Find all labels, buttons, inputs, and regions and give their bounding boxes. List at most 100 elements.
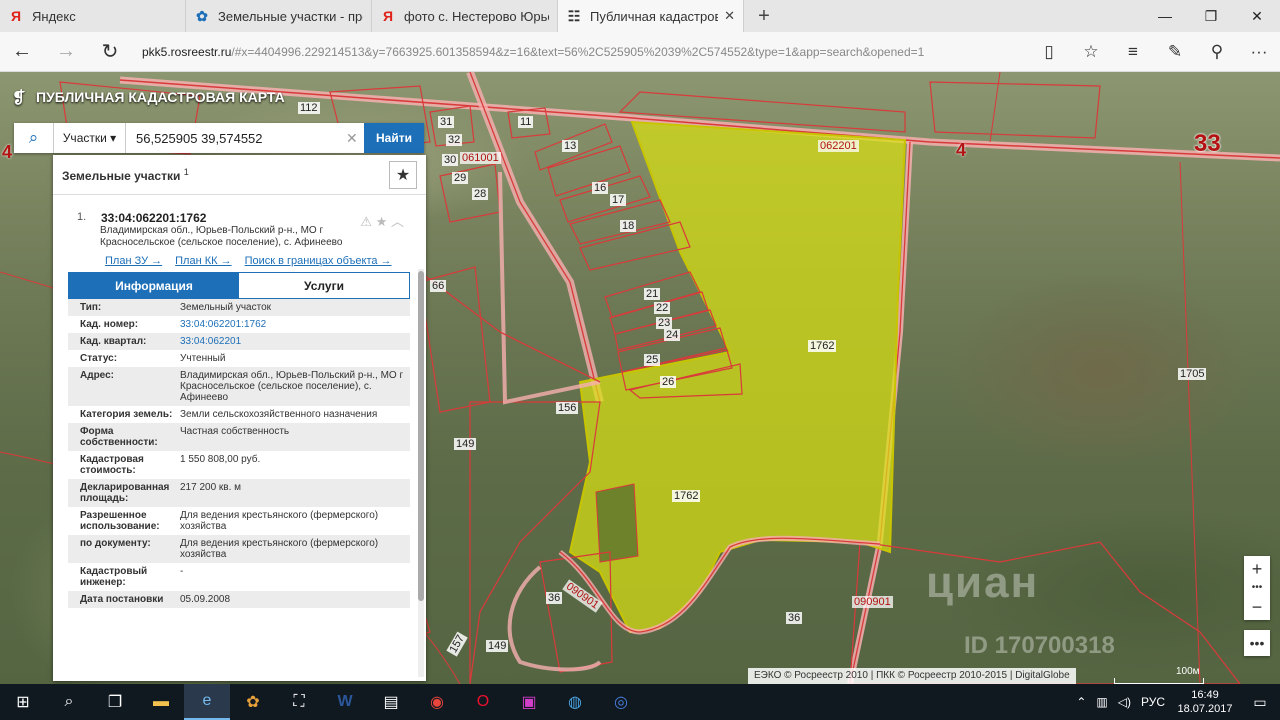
- map-attribution: ЕЭКО © Росреестр 2010 | ПКК © Росреестр …: [748, 668, 1076, 684]
- clock-time: 16:49: [1191, 689, 1219, 701]
- file-explorer-icon[interactable]: ▬: [138, 684, 184, 720]
- panel-title: Земельные участки 1: [62, 166, 189, 183]
- search-type-label: Участки: [62, 131, 107, 145]
- yandex-icon: Я: [10, 8, 22, 24]
- scale-label: 100м: [1176, 666, 1200, 677]
- scrollbar-thumb[interactable]: [418, 271, 424, 601]
- clear-icon[interactable]: ✕: [346, 123, 364, 153]
- refresh-icon[interactable]: ↻: [88, 32, 132, 72]
- web-note-icon[interactable]: ✎: [1154, 32, 1196, 72]
- search-in-bounds-link[interactable]: Поиск в границах объекта →: [245, 255, 392, 267]
- language-indicator[interactable]: РУС: [1136, 695, 1170, 709]
- close-window-icon[interactable]: ✕: [1234, 0, 1280, 32]
- attribute-key: Декларированная площадь:: [80, 482, 170, 504]
- star-icon[interactable]: ★: [389, 160, 417, 189]
- tab-title: Земельные участки - прод: [218, 8, 363, 24]
- tab-information[interactable]: Информация: [69, 273, 239, 298]
- map-label: 28: [472, 188, 489, 200]
- attribute-key: Тип:: [80, 302, 102, 313]
- map-label: 061001: [460, 152, 501, 164]
- url-path: /#x=4404996.229214513&y=7663925.60135859…: [231, 44, 925, 59]
- browser-tab-photo[interactable]: Я фото с. Нестерово Юрьев-: [372, 0, 558, 32]
- search-input[interactable]: [126, 123, 346, 153]
- opera-icon[interactable]: O: [460, 684, 506, 720]
- map-label: 112: [298, 102, 320, 114]
- chevron-up-icon[interactable]: ︿: [391, 214, 404, 229]
- zoom-in-icon[interactable]: +: [1244, 556, 1270, 582]
- result-links: План ЗУ → План КК → Поиск в границах объ…: [105, 255, 392, 267]
- map-label: 4: [956, 140, 967, 160]
- globe-app-icon[interactable]: ◍: [552, 684, 598, 720]
- boundary: [498, 171, 601, 405]
- results-panel: Земельные участки 1 ★ 1. 33:04:062201:17…: [53, 155, 426, 681]
- zoom-level-icon[interactable]: •••: [1244, 582, 1270, 594]
- attribute-key: Дата постановки: [80, 594, 164, 605]
- tab-services[interactable]: Услуги: [239, 273, 409, 298]
- browser-tab-cadastral-map[interactable]: ☷ Публичная кадастрова ✕: [558, 0, 744, 32]
- hub-icon[interactable]: ≡: [1112, 32, 1154, 72]
- attribute-row: Форма собственности: Частная собственност…: [68, 423, 410, 451]
- notifications-icon[interactable]: ▭: [1240, 694, 1280, 711]
- cadastral-number[interactable]: 33:04:062201:1762: [101, 211, 206, 225]
- result-card: 1. 33:04:062201:1762 ⚠ ★ ︿ Владимирская …: [63, 201, 414, 681]
- attribute-value: Частная собственность: [180, 426, 290, 437]
- attribute-key: Категория земель:: [80, 409, 173, 420]
- attribute-row: Дата постановки 05.09.2008: [68, 591, 410, 608]
- cadastral-map[interactable]: 112 31 32 30 29 28 061001 11 13 16 17 18…: [0, 72, 1280, 684]
- save-disk-icon[interactable]: ▣: [506, 684, 552, 720]
- store-icon[interactable]: ⛶: [276, 684, 322, 720]
- new-tab-icon[interactable]: +: [744, 0, 784, 32]
- rosreestr-logo-icon: ❡: [12, 90, 26, 107]
- map-label: 32: [446, 134, 463, 146]
- zoom-out-icon[interactable]: −: [1244, 594, 1270, 620]
- attribute-value-link[interactable]: 33:04:062201: [180, 336, 410, 347]
- back-icon[interactable]: ←: [0, 32, 44, 72]
- word-icon[interactable]: W: [322, 684, 368, 720]
- plan-zu-link[interactable]: План ЗУ →: [105, 255, 162, 267]
- favorite-star-icon[interactable]: ☆: [1070, 32, 1112, 72]
- map-label: 16: [592, 182, 609, 194]
- map-label: 13: [562, 140, 579, 152]
- more-icon[interactable]: ···: [1238, 32, 1280, 72]
- map-label: 29: [452, 172, 469, 184]
- share-icon[interactable]: ⚲: [1196, 32, 1238, 72]
- map-more-icon[interactable]: •••: [1244, 630, 1270, 656]
- minimize-icon[interactable]: —: [1142, 0, 1188, 32]
- attribute-value-link[interactable]: 33:04:062201:1762: [180, 319, 410, 330]
- attribute-key: Адрес:: [80, 370, 114, 381]
- reading-view-icon[interactable]: ▯: [1028, 32, 1070, 72]
- planet-app-icon[interactable]: ◎: [598, 684, 644, 720]
- clock[interactable]: 16:49 18.07.2017: [1170, 688, 1240, 716]
- search-button[interactable]: Найти: [364, 123, 424, 153]
- plan-kk-link[interactable]: План КК →: [175, 255, 231, 267]
- attribute-key: Кад. номер:: [80, 319, 139, 330]
- browser-toolbar: ▯ ☆ ≡ ✎ ⚲ ···: [1028, 32, 1280, 72]
- attribute-key: Статус:: [80, 353, 118, 364]
- attribute-row: Тип: Земельный участок: [68, 299, 410, 316]
- windows-start-icon[interactable]: ⊞: [0, 684, 46, 720]
- url-field[interactable]: pkk5.rosreestr.ru/#x=4404996.229214513&y…: [132, 45, 1028, 59]
- network-icon[interactable]: ▥: [1091, 695, 1112, 709]
- tab-title: Яндекс: [32, 8, 76, 24]
- search-icon[interactable]: ⌕: [46, 684, 92, 720]
- search-icon[interactable]: ⌕: [14, 123, 54, 153]
- panel-scrollbar[interactable]: [418, 269, 424, 677]
- search-type-select[interactable]: Участки ▾: [54, 123, 126, 153]
- paint-icon[interactable]: ✿: [230, 684, 276, 720]
- browser-tab-land-plots[interactable]: ✿ Земельные участки - прод: [186, 0, 372, 32]
- task-view-icon[interactable]: ❐: [92, 684, 138, 720]
- chrome-icon[interactable]: ◉: [414, 684, 460, 720]
- browser-tab-yandex[interactable]: Я Яндекс: [0, 0, 186, 32]
- close-icon[interactable]: ✕: [724, 8, 735, 24]
- restore-icon[interactable]: ❐: [1188, 0, 1234, 32]
- search-bar: ⌕ Участки ▾ ✕ Найти: [14, 123, 424, 153]
- notepad-icon[interactable]: ▤: [368, 684, 414, 720]
- forward-icon[interactable]: →: [44, 32, 88, 72]
- volume-icon[interactable]: ◁): [1113, 695, 1136, 709]
- edge-browser-icon[interactable]: e: [184, 684, 230, 720]
- chevron-up-icon[interactable]: ⌃: [1071, 695, 1091, 709]
- map-label: 66: [430, 280, 447, 292]
- attribute-row: Кад. квартал: 33:04:062201: [68, 333, 410, 350]
- attribute-value: Для ведения крестьянского (фермерского) …: [180, 538, 379, 560]
- panel-header: Земельные участки 1 ★: [53, 155, 426, 195]
